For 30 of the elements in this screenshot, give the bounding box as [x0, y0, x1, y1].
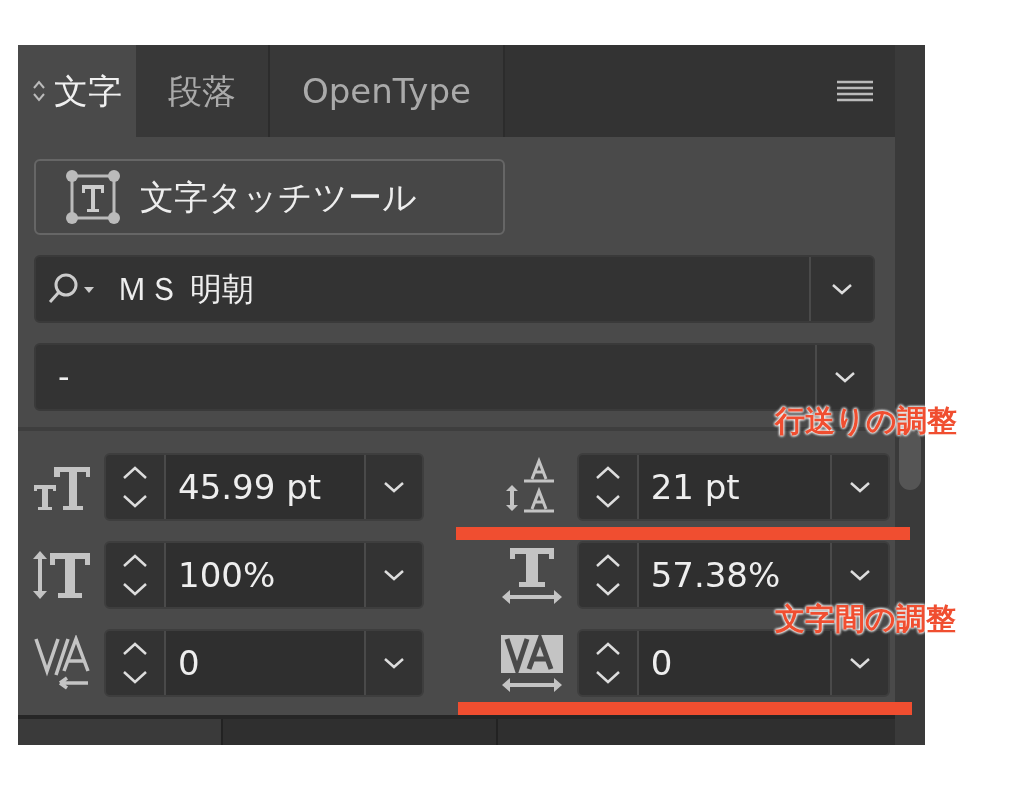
- chevron-down-icon: [831, 283, 853, 295]
- chevron-down-icon: [849, 657, 871, 669]
- chevron-down-icon: [383, 657, 405, 669]
- field-value: 57.38%: [650, 553, 781, 597]
- chevron-down-icon: [849, 569, 871, 581]
- menu-icon[interactable]: [837, 80, 873, 102]
- font-family-dropdown[interactable]: ＭＳ 明朝: [34, 255, 875, 323]
- font-family-value: ＭＳ 明朝: [116, 269, 255, 310]
- type-tool-icon: [64, 168, 122, 226]
- field-value: 45.99 pt: [178, 465, 322, 509]
- chevron-down-icon: [383, 569, 405, 581]
- collapse-arrows-icon: [32, 78, 46, 104]
- kerning-icon: [34, 635, 92, 691]
- tracking-icon: [501, 633, 564, 693]
- touch-type-tool-button[interactable]: 文字タッチツール: [34, 159, 505, 235]
- number-field[interactable]: 100%: [104, 541, 424, 609]
- field-value: 0: [650, 641, 673, 685]
- field-value: 0: [178, 641, 200, 685]
- chevron-down-icon: [383, 481, 405, 493]
- field-value: 21 pt: [650, 465, 740, 509]
- number-field[interactable]: 0: [104, 629, 424, 697]
- panel-tab[interactable]: OpenType: [270, 45, 505, 137]
- number-field[interactable]: 45.99 pt: [104, 453, 424, 521]
- panel-tab[interactable]: 文字: [18, 45, 136, 137]
- field-value: 100%: [178, 553, 276, 597]
- chevron-down-icon: [834, 371, 856, 383]
- chevron-down-icon: [849, 481, 871, 493]
- panel-tab[interactable]: 段落: [136, 45, 270, 137]
- number-field[interactable]: 21 pt: [576, 453, 890, 521]
- font-style-value: -: [58, 357, 70, 398]
